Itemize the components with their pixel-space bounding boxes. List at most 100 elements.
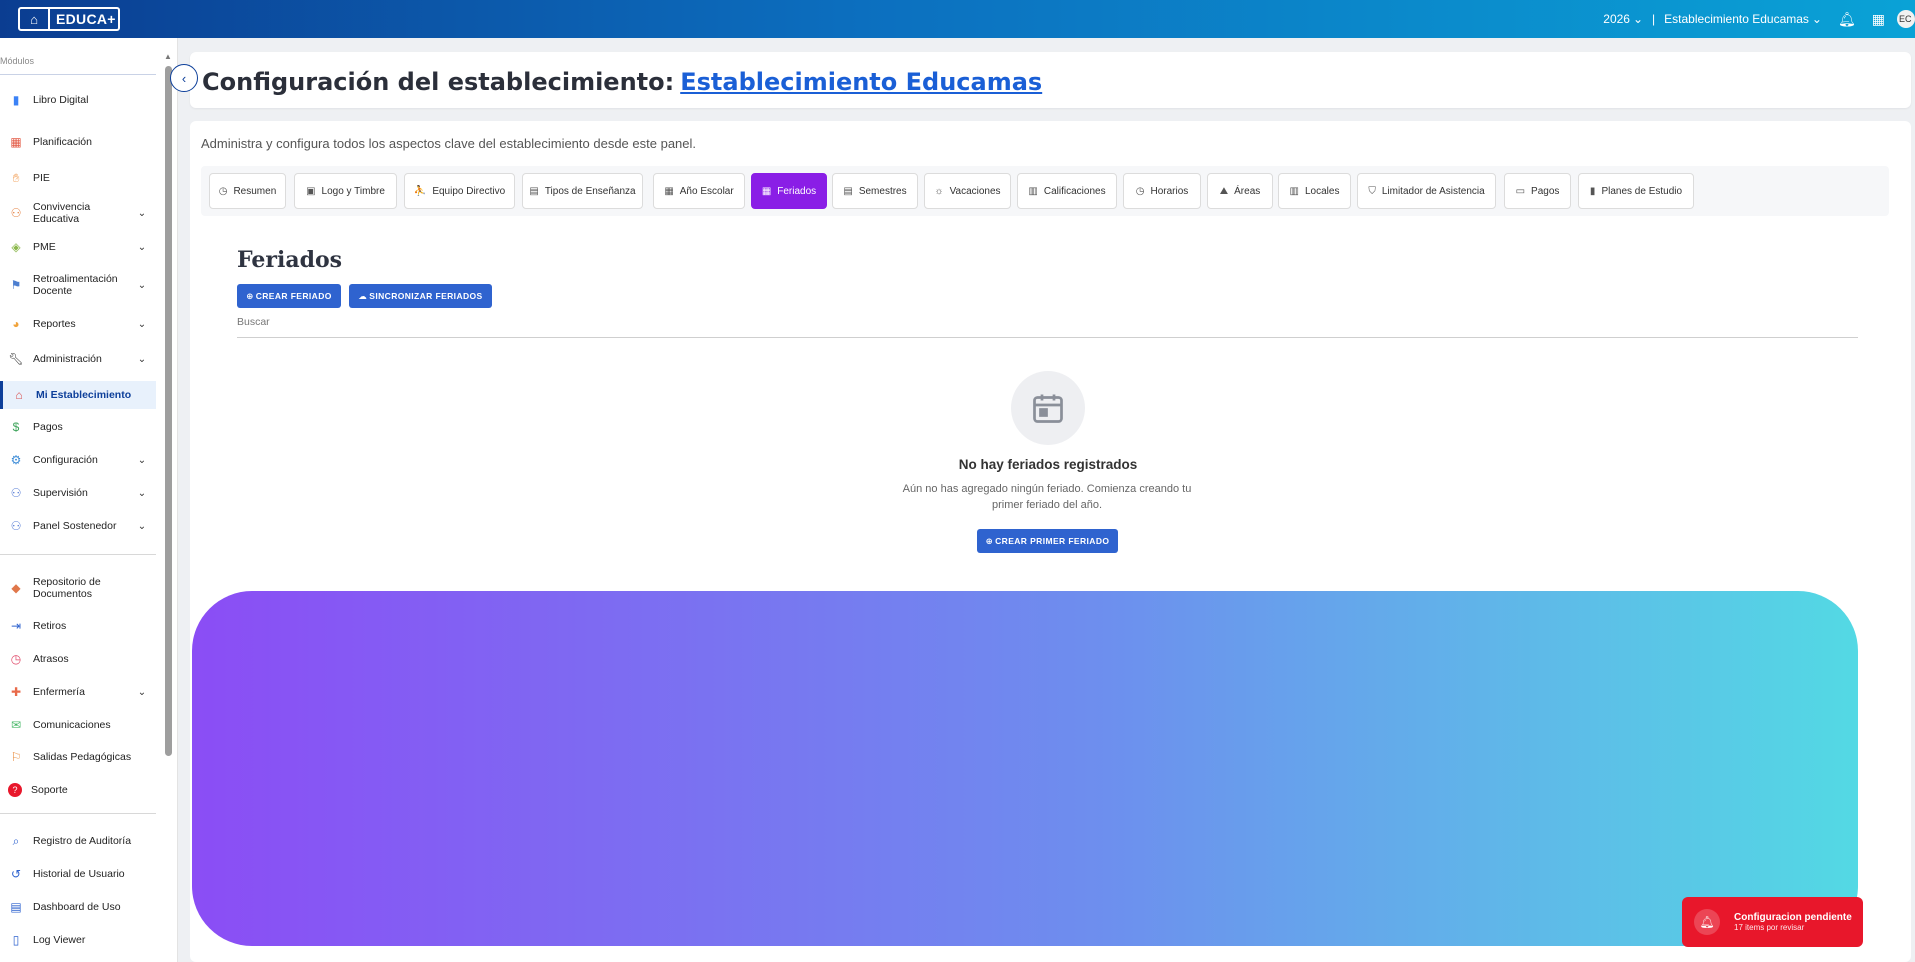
image-icon: ▣	[306, 185, 316, 197]
tab-resumen[interactable]: ◷ Resumen	[209, 173, 286, 209]
sidebar-item-pie[interactable]: ✋︎ PIE	[0, 164, 156, 192]
year-value: 2026	[1603, 12, 1630, 26]
sidebar-item-configuracion[interactable]: ⚙ Configuración ⌄	[0, 446, 156, 474]
sidebar-item-dashboard[interactable]: ▤ Dashboard de Uso	[0, 893, 156, 921]
tab-vacaciones[interactable]: ☼ Vacaciones	[924, 173, 1011, 209]
establishment-link[interactable]: Establecimiento Educamas	[680, 68, 1042, 96]
sidebar-item-pagos[interactable]: $ Pagos	[0, 413, 156, 441]
chevron-down-icon: ⌄	[1811, 12, 1822, 26]
sidebar-item-retiros[interactable]: ⇥ Retiros	[0, 612, 156, 640]
collapse-sidebar-button[interactable]: ‹	[170, 64, 198, 92]
sidebar-item-label: Historial de Usuario	[33, 868, 125, 880]
tab-equipo-directivo[interactable]: ⛹ Equipo Directivo	[404, 173, 515, 209]
sync-feriados-button[interactable]: ☁ SINCRONIZAR FERIADOS	[349, 284, 492, 308]
grades-icon: ▥	[1028, 185, 1038, 197]
tab-calificaciones[interactable]: ▥ Calificaciones	[1017, 173, 1117, 209]
scroll-up-icon[interactable]: ▲	[164, 52, 172, 61]
tab-areas[interactable]: ⛰ Áreas	[1207, 173, 1273, 209]
calendar-plan-icon: ▦	[10, 135, 22, 149]
support-icon: ?	[8, 783, 22, 797]
sidebar-item-convivencia[interactable]: ⚇ Convivencia Educativa ⌄	[0, 199, 156, 227]
pending-config-toast[interactable]: 🔔︎ Configuracion pendiente 17 items por …	[1682, 897, 1863, 947]
nurse-icon: ✚	[10, 685, 22, 699]
book-icon: ▤	[529, 185, 539, 197]
trip-icon: ⚐	[10, 750, 22, 764]
sidebar-item-soporte[interactable]: ? Soporte	[0, 776, 156, 804]
sidebar-item-log-viewer[interactable]: ▯ Log Viewer	[0, 926, 156, 954]
create-dia-button[interactable]: ⊕ CREAR	[237, 651, 299, 675]
tab-label: Locales	[1304, 185, 1340, 197]
people-icon: ⚇	[10, 206, 22, 220]
logo-text: EDUCA+	[56, 11, 116, 27]
sidebar-item-atrasos[interactable]: ◷ Atrasos	[0, 645, 156, 673]
toast-subtitle: 17 items por revisar	[1734, 923, 1805, 932]
educa-logo[interactable]: ⌂ EDUCA+	[18, 7, 120, 31]
tab-label: Horarios	[1150, 185, 1189, 197]
sidebar-item-historial[interactable]: ↺ Historial de Usuario	[0, 860, 156, 888]
sidebar-item-label: Repositorio de Documentos	[33, 576, 101, 600]
sidebar-item-auditoria[interactable]: ⌕ Registro de Auditoría	[0, 827, 156, 855]
card-icon: ▭	[1515, 185, 1526, 197]
tab-feriados[interactable]: ▦ Feriados	[751, 173, 827, 209]
sidebar-item-supervision[interactable]: ⚇ Supervisión ⌄	[0, 479, 156, 507]
tab-tipos-ensenanza[interactable]: ▤ Tipos de Enseñanza	[522, 173, 643, 209]
sidebar-item-mi-establecimiento[interactable]: ⌂ Mi Establecimiento	[0, 381, 156, 409]
sidebar-item-planificacion[interactable]: ▦ Planificación	[0, 128, 156, 156]
sidebar-item-salidas[interactable]: ⚐ Salidas Pedagógicas	[0, 743, 156, 771]
sidebar-scrollbar[interactable]: ▲	[164, 52, 172, 962]
tab-semestres[interactable]: ▤ Semestres	[832, 173, 918, 209]
sidebar-item-repositorio[interactable]: ◆ Repositorio de Documentos	[0, 574, 156, 602]
sidebar-item-panel-sostenedor[interactable]: ⚇ Panel Sostenedor ⌄	[0, 512, 156, 540]
dias-title: Dias no trabajados	[237, 614, 468, 640]
tab-planes-estudio[interactable]: ▮ Planes de Estudio	[1578, 173, 1694, 209]
sidebar-item-enfermeria[interactable]: ✚ Enfermería ⌄	[0, 678, 156, 706]
school-selector-label: Establecimiento Educamas	[1664, 12, 1809, 26]
tab-horarios[interactable]: ◷ Horarios	[1123, 173, 1201, 209]
button-label: CREAR PRIMER REGISTRO	[991, 903, 1113, 913]
sidebar-item-retroalimentacion[interactable]: ⚑ Retroalimentación Docente ⌄	[0, 271, 156, 299]
dias-search-input[interactable]	[237, 704, 1849, 705]
apps-grid-icon[interactable]: ▦	[1872, 11, 1885, 28]
sidebar-item-comunicaciones[interactable]: ✉ Comunicaciones	[0, 711, 156, 739]
create-first-feriado-button[interactable]: ⊕ CREAR PRIMER FERIADO	[977, 529, 1118, 553]
avatar[interactable]: EC	[1897, 10, 1915, 28]
chevron-left-icon: ‹	[181, 70, 187, 86]
chevron-down-icon: ⌄	[1632, 12, 1644, 26]
scrollbar-thumb[interactable]	[165, 66, 172, 756]
sidebar-item-pme[interactable]: ◈ PME ⌄	[0, 233, 156, 261]
create-feriado-button[interactable]: ⊕ CREAR FERIADO	[237, 284, 341, 308]
document-icon: ▮	[1589, 185, 1596, 197]
feriados-search-input[interactable]	[237, 337, 1858, 338]
empty-calendar-x-icon	[1011, 738, 1085, 812]
team-icon: ⛹	[413, 185, 427, 197]
year-selector[interactable]: 2026 ⌄	[1603, 12, 1643, 26]
tab-ano-escolar[interactable]: ▦ Año Escolar	[653, 173, 745, 209]
sidebar-item-label: Mi Establecimiento	[36, 389, 132, 401]
feriados-empty-text: Aún no has agregado ningún feriado. Comi…	[902, 483, 1192, 511]
create-first-record-button[interactable]: ⊕ CREAR PRIMER REGISTRO	[974, 896, 1120, 920]
plus-circle-icon: ⊕	[247, 657, 255, 668]
chevron-down-icon: ⌄	[137, 241, 147, 253]
bell-icon[interactable]: 🔔︎	[1838, 11, 1856, 28]
sidebar-item-label: Panel Sostenedor	[33, 520, 117, 532]
tab-label: Año Escolar	[679, 185, 734, 197]
tab-locales[interactable]: ▥ Locales	[1278, 173, 1351, 209]
sidebar-item-label: Supervisión	[33, 487, 88, 499]
clock-icon: ◷	[218, 185, 228, 197]
page-subtitle: Administra y configura todos los aspecto…	[201, 136, 697, 151]
divider	[0, 813, 156, 814]
dashboard-icon: ▤	[10, 900, 22, 914]
sidebar-item-reportes[interactable]: ◕ Reportes ⌄	[0, 310, 156, 338]
calendar-icon: ▦	[664, 185, 674, 197]
feriados-empty-title: No hay feriados registrados	[958, 457, 1138, 472]
tab-limitador-asistencia[interactable]: ⛉ Limitador de Asistencia	[1357, 173, 1496, 209]
tab-pagos[interactable]: ▭ Pagos	[1504, 173, 1571, 209]
school-selector[interactable]: Establecimiento Educamas ⌄	[1664, 12, 1822, 26]
feriados-search-label: Buscar	[237, 316, 270, 328]
sidebar-item-administracion[interactable]: 🔧︎ Administración ⌄	[0, 345, 156, 373]
top-bar: ⌂ EDUCA+ 2026 ⌄ | Establecimiento Educam…	[0, 0, 1915, 38]
sidebar-item-label: Retroalimentación Docente	[33, 273, 118, 297]
chevron-down-icon: ⌄	[137, 454, 147, 466]
sidebar-item-libro-digital[interactable]: ▮ Libro Digital	[0, 86, 156, 114]
tab-logo-timbre[interactable]: ▣ Logo y Timbre	[294, 173, 397, 209]
